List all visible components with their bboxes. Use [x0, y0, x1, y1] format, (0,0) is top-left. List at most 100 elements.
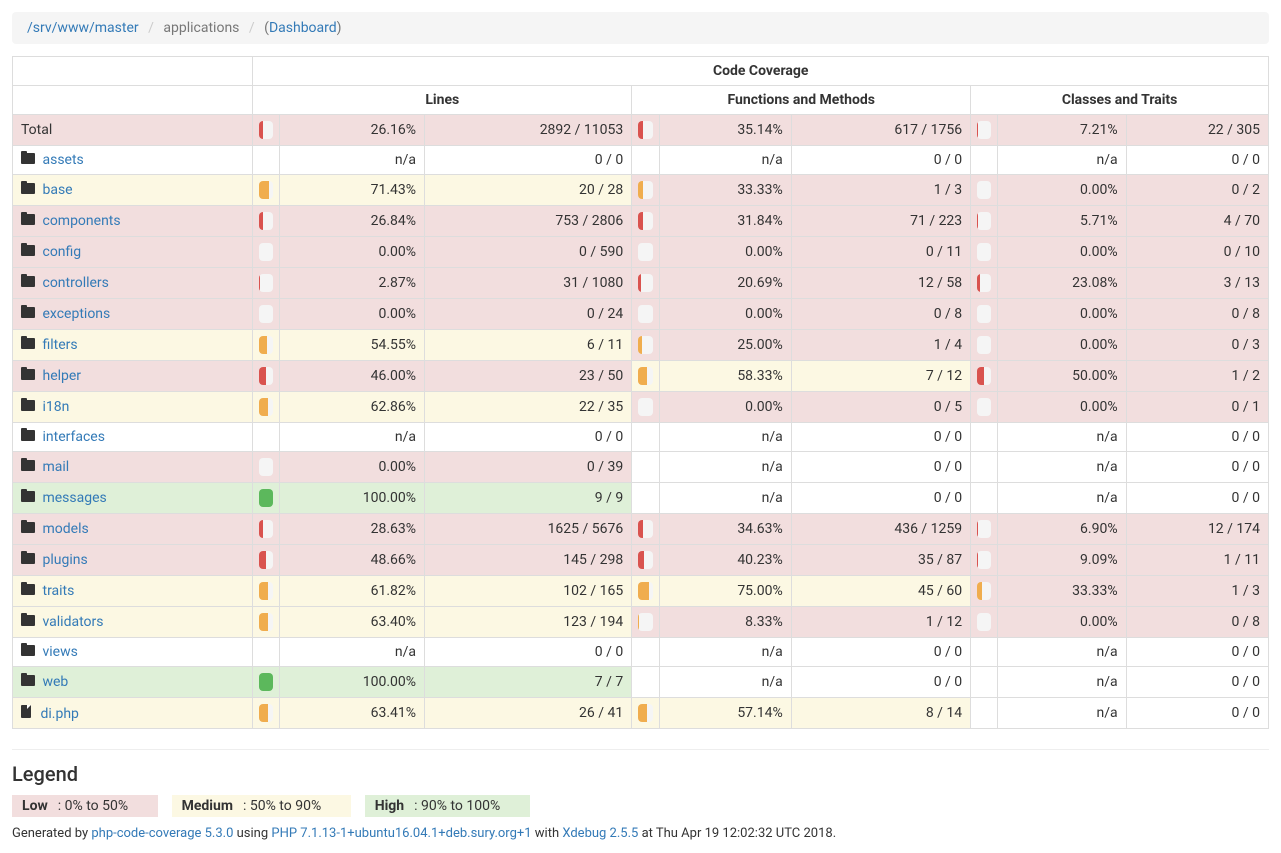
- folder-icon: [21, 276, 35, 287]
- row-link[interactable]: messages: [42, 490, 106, 506]
- cell-ct-pct: n/a: [997, 638, 1126, 667]
- cell-lines-frac: 6 / 11: [425, 330, 632, 361]
- cell-ct-pct: 0.00%: [997, 330, 1126, 361]
- cell-fm-pct: n/a: [659, 638, 791, 667]
- cell-fm-bar: [632, 698, 659, 729]
- breadcrumb-dashboard[interactable]: Dashboard: [269, 20, 337, 36]
- cell-fm-frac: 0 / 0: [791, 452, 970, 483]
- folder-icon: [21, 338, 35, 349]
- row-link[interactable]: di.php: [40, 706, 78, 722]
- cell-fm-pct: n/a: [659, 667, 791, 698]
- cell-ct-frac: 22 / 305: [1126, 115, 1268, 146]
- row-link[interactable]: mail: [42, 459, 69, 475]
- cell-fm-pct: 33.33%: [659, 175, 791, 206]
- cell-ct-pct: 23.08%: [997, 268, 1126, 299]
- row-link[interactable]: exceptions: [42, 306, 110, 322]
- row-link[interactable]: validators: [42, 614, 103, 630]
- table-row: validators63.40%123 / 1948.33%1 / 120.00…: [13, 607, 1269, 638]
- row-link[interactable]: i18n: [42, 399, 69, 415]
- cell-fm-pct: 8.33%: [659, 607, 791, 638]
- cell-ct-frac: 0 / 3: [1126, 330, 1268, 361]
- cell-ct-frac: 0 / 8: [1126, 607, 1268, 638]
- cell-ct-bar: [971, 146, 998, 175]
- cell-fm-bar: [632, 576, 659, 607]
- cell-lines-frac: 0 / 0: [425, 146, 632, 175]
- cell-lines-frac: 31 / 1080: [425, 268, 632, 299]
- cell-ct-frac: 0 / 2: [1126, 175, 1268, 206]
- cell-lines-bar: [253, 638, 280, 667]
- folder-icon: [21, 584, 35, 595]
- cell-lines-pct: 26.84%: [280, 206, 425, 237]
- cell-lines-pct: 0.00%: [280, 452, 425, 483]
- cell-lines-pct: 63.40%: [280, 607, 425, 638]
- cell-ct-pct: 0.00%: [997, 607, 1126, 638]
- row-link[interactable]: config: [42, 244, 81, 260]
- row-link[interactable]: assets: [42, 152, 83, 168]
- cell-lines-frac: 26 / 41: [425, 698, 632, 729]
- cell-fm-frac: 8 / 14: [791, 698, 970, 729]
- cell-lines-pct: 54.55%: [280, 330, 425, 361]
- cell-lines-pct: 28.63%: [280, 514, 425, 545]
- cell-lines-bar: [253, 206, 280, 237]
- cell-fm-pct: 40.23%: [659, 545, 791, 576]
- cell-ct-frac: 0 / 0: [1126, 423, 1268, 452]
- cell-lines-bar: [253, 698, 280, 729]
- footer-xdebug[interactable]: Xdebug 2.5.5: [562, 826, 638, 841]
- row-link[interactable]: helper: [42, 368, 81, 384]
- table-row: plugins48.66%145 / 29840.23%35 / 879.09%…: [13, 545, 1269, 576]
- cell-lines-frac: 2892 / 11053: [425, 115, 632, 146]
- cell-name: traits: [13, 576, 253, 607]
- row-link[interactable]: views: [42, 644, 77, 660]
- legend-med: Medium: 50% to 90%: [172, 795, 352, 817]
- cell-lines-bar: [253, 361, 280, 392]
- cell-ct-pct: n/a: [997, 146, 1126, 175]
- cell-lines-bar: [253, 607, 280, 638]
- cell-fm-frac: 12 / 58: [791, 268, 970, 299]
- cell-lines-frac: 0 / 24: [425, 299, 632, 330]
- row-link[interactable]: controllers: [42, 275, 108, 291]
- cell-ct-frac: 0 / 0: [1126, 638, 1268, 667]
- row-link[interactable]: filters: [42, 337, 77, 353]
- cell-ct-bar: [971, 698, 998, 729]
- coverage-table: Code Coverage Lines Functions and Method…: [12, 56, 1269, 729]
- cell-fm-frac: 0 / 8: [791, 299, 970, 330]
- folder-icon: [21, 183, 35, 194]
- cell-fm-pct: 25.00%: [659, 330, 791, 361]
- col-coverage: Code Coverage: [253, 57, 1269, 86]
- cell-lines-bar: [253, 115, 280, 146]
- cell-lines-bar: [253, 392, 280, 423]
- row-link[interactable]: components: [42, 213, 120, 229]
- cell-lines-frac: 0 / 0: [425, 423, 632, 452]
- cell-ct-bar: [971, 268, 998, 299]
- table-row: i18n62.86%22 / 350.00%0 / 50.00%0 / 1: [13, 392, 1269, 423]
- cell-ct-bar: [971, 545, 998, 576]
- table-row: interfacesn/a0 / 0n/a0 / 0n/a0 / 0: [13, 423, 1269, 452]
- cell-ct-frac: 1 / 11: [1126, 545, 1268, 576]
- row-link[interactable]: plugins: [42, 552, 87, 568]
- breadcrumb: /srv/www/master / applications / (Dashbo…: [12, 12, 1269, 44]
- table-row: Total26.16%2892 / 1105335.14%617 / 17567…: [13, 115, 1269, 146]
- cell-ct-bar: [971, 392, 998, 423]
- cell-ct-bar: [971, 206, 998, 237]
- row-link[interactable]: models: [42, 521, 88, 537]
- cell-lines-frac: 22 / 35: [425, 392, 632, 423]
- row-link[interactable]: base: [42, 182, 72, 198]
- footer-pcc[interactable]: php-code-coverage 5.3.0: [91, 826, 233, 841]
- breadcrumb-sep: /: [243, 20, 261, 36]
- cell-fm-pct: 0.00%: [659, 237, 791, 268]
- cell-lines-pct: 61.82%: [280, 576, 425, 607]
- cell-fm-bar: [632, 361, 659, 392]
- row-link[interactable]: traits: [42, 583, 74, 599]
- divider: [12, 749, 1269, 750]
- breadcrumb-root[interactable]: /srv/www/master: [27, 20, 139, 36]
- cell-fm-frac: 45 / 60: [791, 576, 970, 607]
- cell-fm-bar: [632, 545, 659, 576]
- row-link[interactable]: web: [42, 674, 68, 690]
- folder-icon: [21, 553, 35, 564]
- row-link[interactable]: interfaces: [42, 429, 104, 445]
- footer-php[interactable]: PHP 7.1.13-1+ubuntu16.04.1+deb.sury.org+…: [271, 826, 531, 841]
- cell-lines-frac: 102 / 165: [425, 576, 632, 607]
- cell-ct-pct: n/a: [997, 483, 1126, 514]
- cell-lines-frac: 23 / 50: [425, 361, 632, 392]
- cell-ct-bar: [971, 576, 998, 607]
